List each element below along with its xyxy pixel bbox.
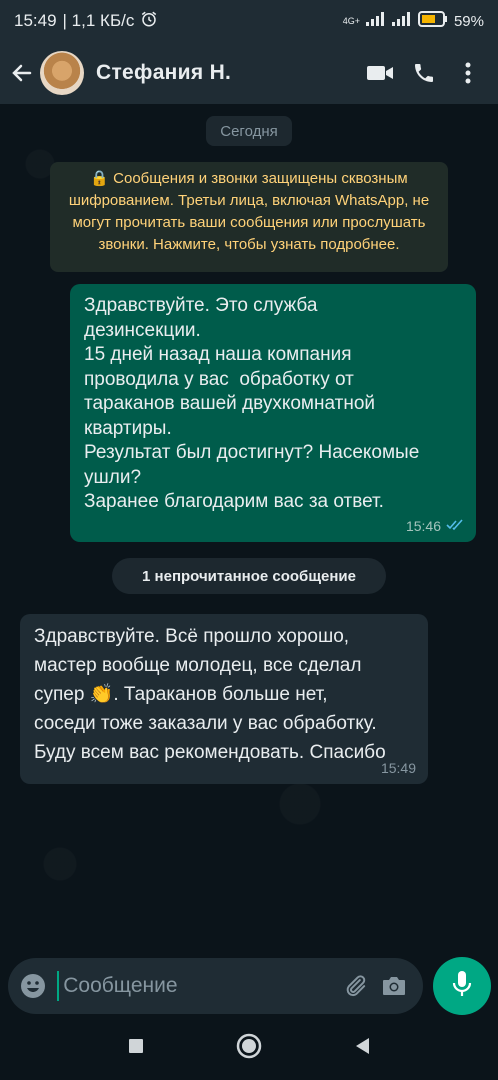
encryption-notice[interactable]: 🔒 Сообщения и звонки защищены сквозным ш… bbox=[50, 162, 448, 272]
message-input[interactable] bbox=[57, 971, 337, 1001]
recents-button[interactable] bbox=[116, 1028, 156, 1068]
date-chip: Сегодня bbox=[206, 116, 292, 146]
signal-icon bbox=[365, 12, 386, 30]
incoming-message[interactable]: Здравствуйте. Всё прошло хорошо, мастер … bbox=[20, 614, 428, 784]
phone-icon[interactable] bbox=[402, 51, 446, 95]
outgoing-meta: 15:46 bbox=[406, 518, 464, 534]
network-label: 4G+ bbox=[342, 16, 360, 26]
video-call-icon[interactable] bbox=[358, 51, 402, 95]
unread-divider: 1 непрочитанное сообщение bbox=[112, 558, 386, 594]
contact-name[interactable]: Стефания Н. bbox=[96, 61, 358, 85]
chat-area[interactable]: Сегодня 🔒 Сообщения и звонки защищены ск… bbox=[0, 104, 498, 956]
outgoing-time: 15:46 bbox=[405, 518, 441, 534]
incoming-message-text: Здравствуйте. Всё прошло хорошо, мастер … bbox=[34, 626, 386, 763]
status-speed: | 1,1 КБ/с bbox=[62, 11, 135, 30]
back-button[interactable] bbox=[342, 1028, 382, 1068]
signal-icon-2 bbox=[391, 12, 412, 30]
alarm-icon bbox=[140, 10, 158, 33]
system-nav-bar bbox=[0, 1016, 498, 1080]
read-ticks-icon bbox=[446, 518, 464, 534]
status-time: 15:49 bbox=[14, 11, 57, 30]
circle-icon bbox=[236, 1033, 262, 1064]
home-button[interactable] bbox=[229, 1028, 269, 1068]
square-icon bbox=[128, 1038, 144, 1059]
chat-header: Стефания Н. bbox=[0, 42, 498, 104]
battery-percent: 59% bbox=[453, 12, 484, 30]
mic-button[interactable] bbox=[433, 957, 491, 1015]
outgoing-message-text: Здравствуйте. Это служба дезинсекции. 15… bbox=[84, 295, 420, 512]
incoming-meta: 15:49 bbox=[381, 760, 416, 776]
more-vert-icon[interactable] bbox=[446, 51, 490, 95]
input-bar bbox=[0, 956, 498, 1016]
status-bar: 15:49 | 1,1 КБ/с 4G+ 59% bbox=[0, 0, 498, 42]
outgoing-message[interactable]: Здравствуйте. Это служба дезинсекции. 15… bbox=[70, 284, 476, 542]
avatar[interactable] bbox=[40, 51, 84, 95]
camera-icon[interactable] bbox=[375, 966, 413, 1006]
message-field bbox=[8, 958, 423, 1014]
triangle-back-icon bbox=[354, 1037, 370, 1060]
emoji-icon[interactable] bbox=[18, 970, 47, 1002]
mic-icon bbox=[452, 970, 472, 1003]
attach-icon[interactable] bbox=[336, 966, 374, 1006]
back-arrow-icon[interactable] bbox=[8, 59, 36, 87]
incoming-time: 15:49 bbox=[380, 760, 416, 776]
battery-icon bbox=[417, 11, 448, 31]
